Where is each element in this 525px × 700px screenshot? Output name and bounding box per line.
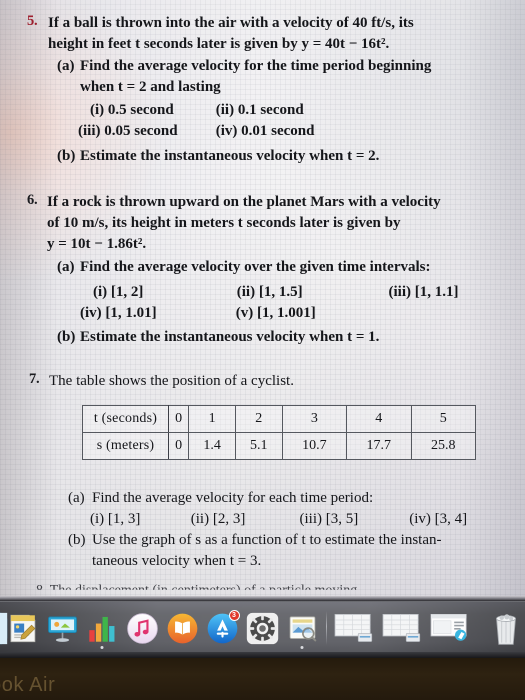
dock-separator xyxy=(326,611,327,645)
table-cell-r0c4: 3 xyxy=(281,405,348,433)
problem-5-line-2: height in feet t seconds later is given … xyxy=(48,36,390,52)
dock-item-numbers[interactable] xyxy=(82,607,122,649)
table-cell-r1c2: 1.4 xyxy=(188,432,236,460)
problem-7a-text: Find the average velocity for each time … xyxy=(92,490,374,506)
problem-7a-items-row: (i) [1, 3] (ii) [2, 3] (iii) [3, 5] (iv)… xyxy=(90,509,467,530)
table-cell-r1c0: s (meters) xyxy=(82,432,169,460)
problem-5-line-1: If a ball is thrown into the air with a … xyxy=(48,15,414,31)
pages-icon xyxy=(6,612,39,645)
problem-7-line-1: The table shows the position of a cyclis… xyxy=(49,373,294,389)
table-cell-r1c4: 10.7 xyxy=(281,432,348,460)
problem-5a-label: (a) xyxy=(57,58,75,74)
problem-5a-items-row-1: (i) 0.5 second (ii) 0.1 second xyxy=(90,100,304,121)
table-cell-r1c1: 0 xyxy=(167,432,190,460)
problem-6a-items-row-2: (iv) [1, 1.01] (v) [1, 1.001] xyxy=(80,303,316,324)
problem-5a-item-iii: (iii) 0.05 second xyxy=(78,123,178,139)
problem-6-line-2: of 10 m/s, its height in meters t second… xyxy=(47,215,401,231)
textbook-page-photo: 5. If a ball is thrown into the air with… xyxy=(0,0,525,600)
keynote-icon xyxy=(46,612,79,645)
problem-5a-items-row-2: (iii) 0.05 second (iv) 0.01 second xyxy=(78,121,315,142)
macos-dock[interactable]: 3 xyxy=(0,601,525,657)
problem-7a-label: (a) xyxy=(68,490,85,506)
dock-minimized-window-3[interactable] xyxy=(427,607,475,649)
table-cell-r0c6: 5 xyxy=(410,405,477,433)
table-row: s (meters) 0 1.4 5.1 10.7 17.7 25.8 xyxy=(82,432,477,460)
problem-7a-item-iii: (iii) [3, 5] xyxy=(299,511,359,527)
problem-6b-text: Estimate the instantaneous velocity when… xyxy=(80,329,380,345)
app-store-badge: 3 xyxy=(228,609,240,621)
minimized-browser-icon xyxy=(430,612,472,644)
dock-running-indicator xyxy=(100,646,104,649)
dock-items-strip: 3 xyxy=(0,605,525,651)
minimized-window-icon xyxy=(382,612,424,644)
dock-item-pages[interactable] xyxy=(2,607,42,649)
dock-item-preview[interactable] xyxy=(282,607,322,649)
problem-7a-item-iv: (iv) [3, 4] xyxy=(409,511,468,527)
table-cell-r1c5: 17.7 xyxy=(346,432,412,460)
laptop-body xyxy=(0,657,525,700)
problem-6a-label: (a) xyxy=(57,259,75,275)
table-cell-r1c6: 25.8 xyxy=(410,432,477,460)
problem-7b-text: Use the graph of s as a function of t to… xyxy=(92,532,442,548)
preview-icon xyxy=(286,612,319,645)
gear-icon xyxy=(246,612,279,645)
dock-item-system-preferences[interactable] xyxy=(242,607,282,649)
problem-5a-item-i: (i) 0.5 second xyxy=(90,102,174,118)
problem-7a-item-i: (i) [1, 3] xyxy=(90,511,141,527)
numbers-icon xyxy=(86,612,119,645)
page-content: 5. If a ball is thrown into the air with… xyxy=(0,0,525,600)
problem-6a-text: Find the average velocity over the given… xyxy=(80,259,431,275)
problem-6a-item-iv: (iv) [1, 1.01] xyxy=(80,305,157,321)
table-row: t (seconds) 0 1 2 3 4 5 xyxy=(82,405,477,433)
problem-6a-item-ii: (ii) [1, 1.5] xyxy=(236,284,303,300)
problem-5-number: 5. xyxy=(27,13,38,29)
dock-item-trash[interactable] xyxy=(483,607,525,649)
problem-6a-item-i: (i) [1, 2] xyxy=(93,284,144,300)
dock-minimized-window-1[interactable] xyxy=(331,607,379,649)
table-cell-r0c2: 1 xyxy=(188,405,236,433)
ibooks-icon xyxy=(166,612,199,645)
dock-item-itunes[interactable] xyxy=(122,607,162,649)
table-cell-r0c5: 4 xyxy=(346,405,412,433)
problem-5a-text: Find the average velocity for the time p… xyxy=(80,58,432,74)
problem-6b-label: (b) xyxy=(57,329,76,345)
dock-item-app-store[interactable]: 3 xyxy=(202,607,242,649)
dock-minimized-window-2[interactable] xyxy=(379,607,427,649)
problem-5b-text: Estimate the instantaneous velocity when… xyxy=(80,148,380,164)
problem-6-line-3: y = 10t − 1.86t². xyxy=(47,236,147,252)
table-cell-r0c3: 2 xyxy=(234,405,283,433)
minimized-window-icon xyxy=(334,612,376,644)
laptop-brand-text: ook Air xyxy=(0,674,56,696)
problem-6-line-1: If a rock is thrown upward on the planet… xyxy=(47,194,441,210)
problem-6a-items-row-1: (i) [1, 2] (ii) [1, 1.5] (iii) [1, 1.1] xyxy=(93,282,458,303)
problem-6a-item-iii: (iii) [1, 1.1] xyxy=(388,284,459,300)
problem-5a-item-ii: (ii) 0.1 second xyxy=(215,102,304,118)
cyclist-position-table: t (seconds) 0 1 2 3 4 5 s (meters) 0 1.4… xyxy=(82,405,477,460)
problem-7b-label: (b) xyxy=(68,532,86,548)
problem-7a-item-ii: (ii) [2, 3] xyxy=(190,511,246,527)
problem-7-number: 7. xyxy=(29,371,40,387)
dock-bottom-lip xyxy=(0,652,525,658)
app-store-icon: 3 xyxy=(206,609,240,645)
problem-6a-item-v: (v) [1, 1.001] xyxy=(235,305,316,321)
dock-item-ibooks[interactable] xyxy=(162,607,202,649)
table-cell-r1c3: 5.1 xyxy=(234,432,283,460)
table-cell-r0c1: 0 xyxy=(167,405,190,433)
problem-5a-text-cont: when t = 2 and lasting xyxy=(80,79,221,95)
problem-5b-label: (b) xyxy=(57,148,76,164)
dock-item-keynote[interactable] xyxy=(42,607,82,649)
table-cell-r0c0: t (seconds) xyxy=(82,405,169,433)
dock-running-indicator xyxy=(300,646,304,649)
problem-7b-text-cont: taneous velocity when t = 3. xyxy=(92,553,262,569)
trash-icon xyxy=(490,610,522,646)
problem-6-number: 6. xyxy=(27,192,38,208)
itunes-icon xyxy=(126,612,159,645)
problem-5a-item-iv: (iv) 0.01 second xyxy=(215,123,315,139)
